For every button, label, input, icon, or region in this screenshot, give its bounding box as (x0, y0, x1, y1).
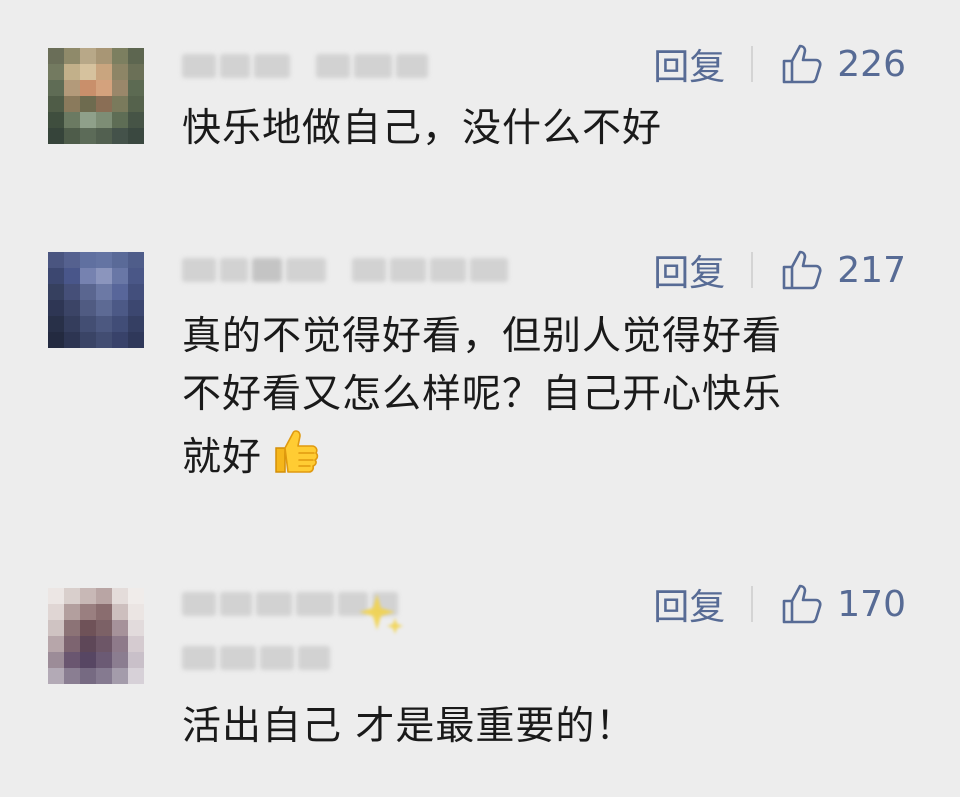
comment-text: 活出自己 才是最重要的！ (182, 704, 636, 749)
comment-item: 回复 170 活出自己 才是最重要的！ (0, 0, 960, 797)
sparkle-emoji-icon (359, 594, 403, 634)
blurred-timestamp (182, 638, 330, 678)
divider (751, 586, 754, 622)
comment-actions: 回复 170 (653, 578, 906, 630)
avatar[interactable] (48, 588, 144, 684)
like-count: 170 (837, 583, 906, 625)
thumbs-up-outline-icon (782, 584, 822, 624)
like-button[interactable]: 170 (781, 583, 906, 625)
reply-button[interactable]: 回复 (653, 578, 725, 630)
